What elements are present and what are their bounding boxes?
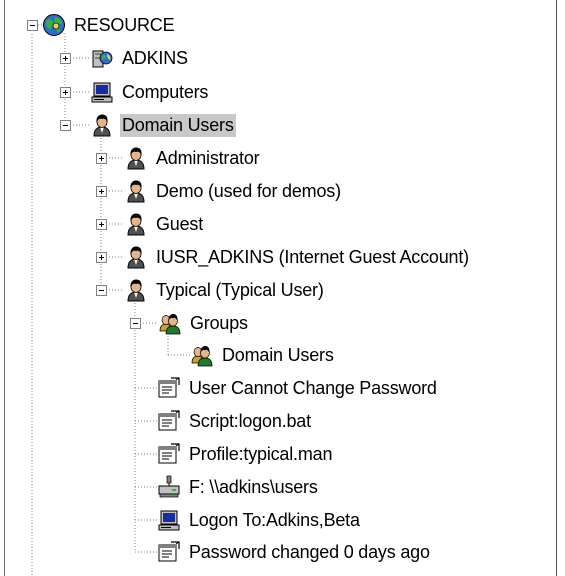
- tree-node-property[interactable]: Password changed 0 days ago: [157, 536, 432, 568]
- user-icon: [124, 212, 148, 236]
- tree-node-label: Logon To:Adkins,Beta: [189, 509, 360, 530]
- tree-node-property[interactable]: Profile:typical.man: [157, 438, 334, 470]
- tree-node-user[interactable]: Administrator: [124, 142, 261, 174]
- tree-node-computers[interactable]: Computers: [90, 76, 210, 108]
- user-icon: [90, 113, 114, 137]
- tree-node-label: Password changed 0 days ago: [189, 541, 430, 562]
- tree-node-label: User Cannot Change Password: [189, 377, 437, 398]
- collapse-toggle-resource[interactable]: [27, 20, 38, 31]
- property-icon: [157, 376, 181, 400]
- tree-node-adkins[interactable]: ADKINS: [90, 42, 190, 74]
- tree-node-label: Profile:typical.man: [189, 443, 333, 464]
- tree-node-property[interactable]: Logon To:Adkins,Beta: [157, 504, 362, 536]
- computer-icon: [90, 80, 114, 104]
- user-icon: [124, 179, 148, 203]
- tree-node-property[interactable]: User Cannot Change Password: [157, 372, 439, 404]
- tree-node-label: F: \\adkins\users: [189, 476, 318, 497]
- group-icon: [190, 343, 214, 367]
- tree-node-group-domain-users[interactable]: Domain Users: [190, 339, 336, 371]
- tree-node-label: Guest: [156, 213, 204, 234]
- tree-node-label: Groups: [190, 312, 248, 333]
- tree-node-user[interactable]: Typical (Typical User): [124, 274, 326, 306]
- user-icon: [124, 245, 148, 269]
- tree-node-label-selected: Domain Users: [120, 113, 236, 137]
- property-icon: [157, 540, 181, 564]
- expand-toggle-iusr-adkins[interactable]: [96, 252, 107, 263]
- server-icon: [90, 46, 114, 70]
- tree-node-label: RESOURCE: [74, 14, 175, 35]
- tree-node-label: IUSR_ADKINS (Internet Guest Account): [156, 246, 469, 267]
- globe-icon: [42, 13, 66, 37]
- collapse-toggle-groups[interactable]: [130, 318, 141, 329]
- user-icon: [124, 146, 148, 170]
- collapse-toggle-typical[interactable]: [96, 285, 107, 296]
- user-icon: [124, 278, 148, 302]
- tree-node-label: Administrator: [156, 147, 260, 168]
- expand-toggle-demo[interactable]: [96, 186, 107, 197]
- tree-node-user[interactable]: Guest: [124, 208, 205, 240]
- computer-icon: [157, 508, 181, 532]
- tree-node-label: ADKINS: [122, 47, 188, 68]
- expand-toggle-adkins[interactable]: [60, 53, 71, 64]
- tree-node-label: Domain Users: [222, 344, 334, 365]
- tree-node-user[interactable]: IUSR_ADKINS (Internet Guest Account): [124, 241, 471, 273]
- tree-node-property[interactable]: Script:logon.bat: [157, 405, 313, 437]
- expand-toggle-guest[interactable]: [96, 219, 107, 230]
- group-icon: [158, 311, 182, 335]
- tree-node-domain-users[interactable]: Domain Users: [90, 109, 236, 141]
- property-icon: [157, 442, 181, 466]
- tree-node-property[interactable]: F: \\adkins\users: [157, 471, 320, 503]
- tree-node-label: Typical (Typical User): [156, 279, 324, 300]
- expand-toggle-computers[interactable]: [60, 87, 71, 98]
- tree-node-label: Demo (used for demos): [156, 180, 341, 201]
- expand-toggle-administrator[interactable]: [96, 153, 107, 164]
- property-icon: [157, 409, 181, 433]
- network-drive-icon: [157, 475, 181, 499]
- tree-node-label: Computers: [122, 81, 209, 102]
- tree-node-resource[interactable]: RESOURCE: [42, 9, 176, 41]
- tree-node-user[interactable]: Demo (used for demos): [124, 175, 343, 207]
- tree-node-label: Script:logon.bat: [189, 410, 311, 431]
- tree-node-groups[interactable]: Groups: [158, 307, 250, 339]
- collapse-toggle-domain-users[interactable]: [60, 120, 71, 131]
